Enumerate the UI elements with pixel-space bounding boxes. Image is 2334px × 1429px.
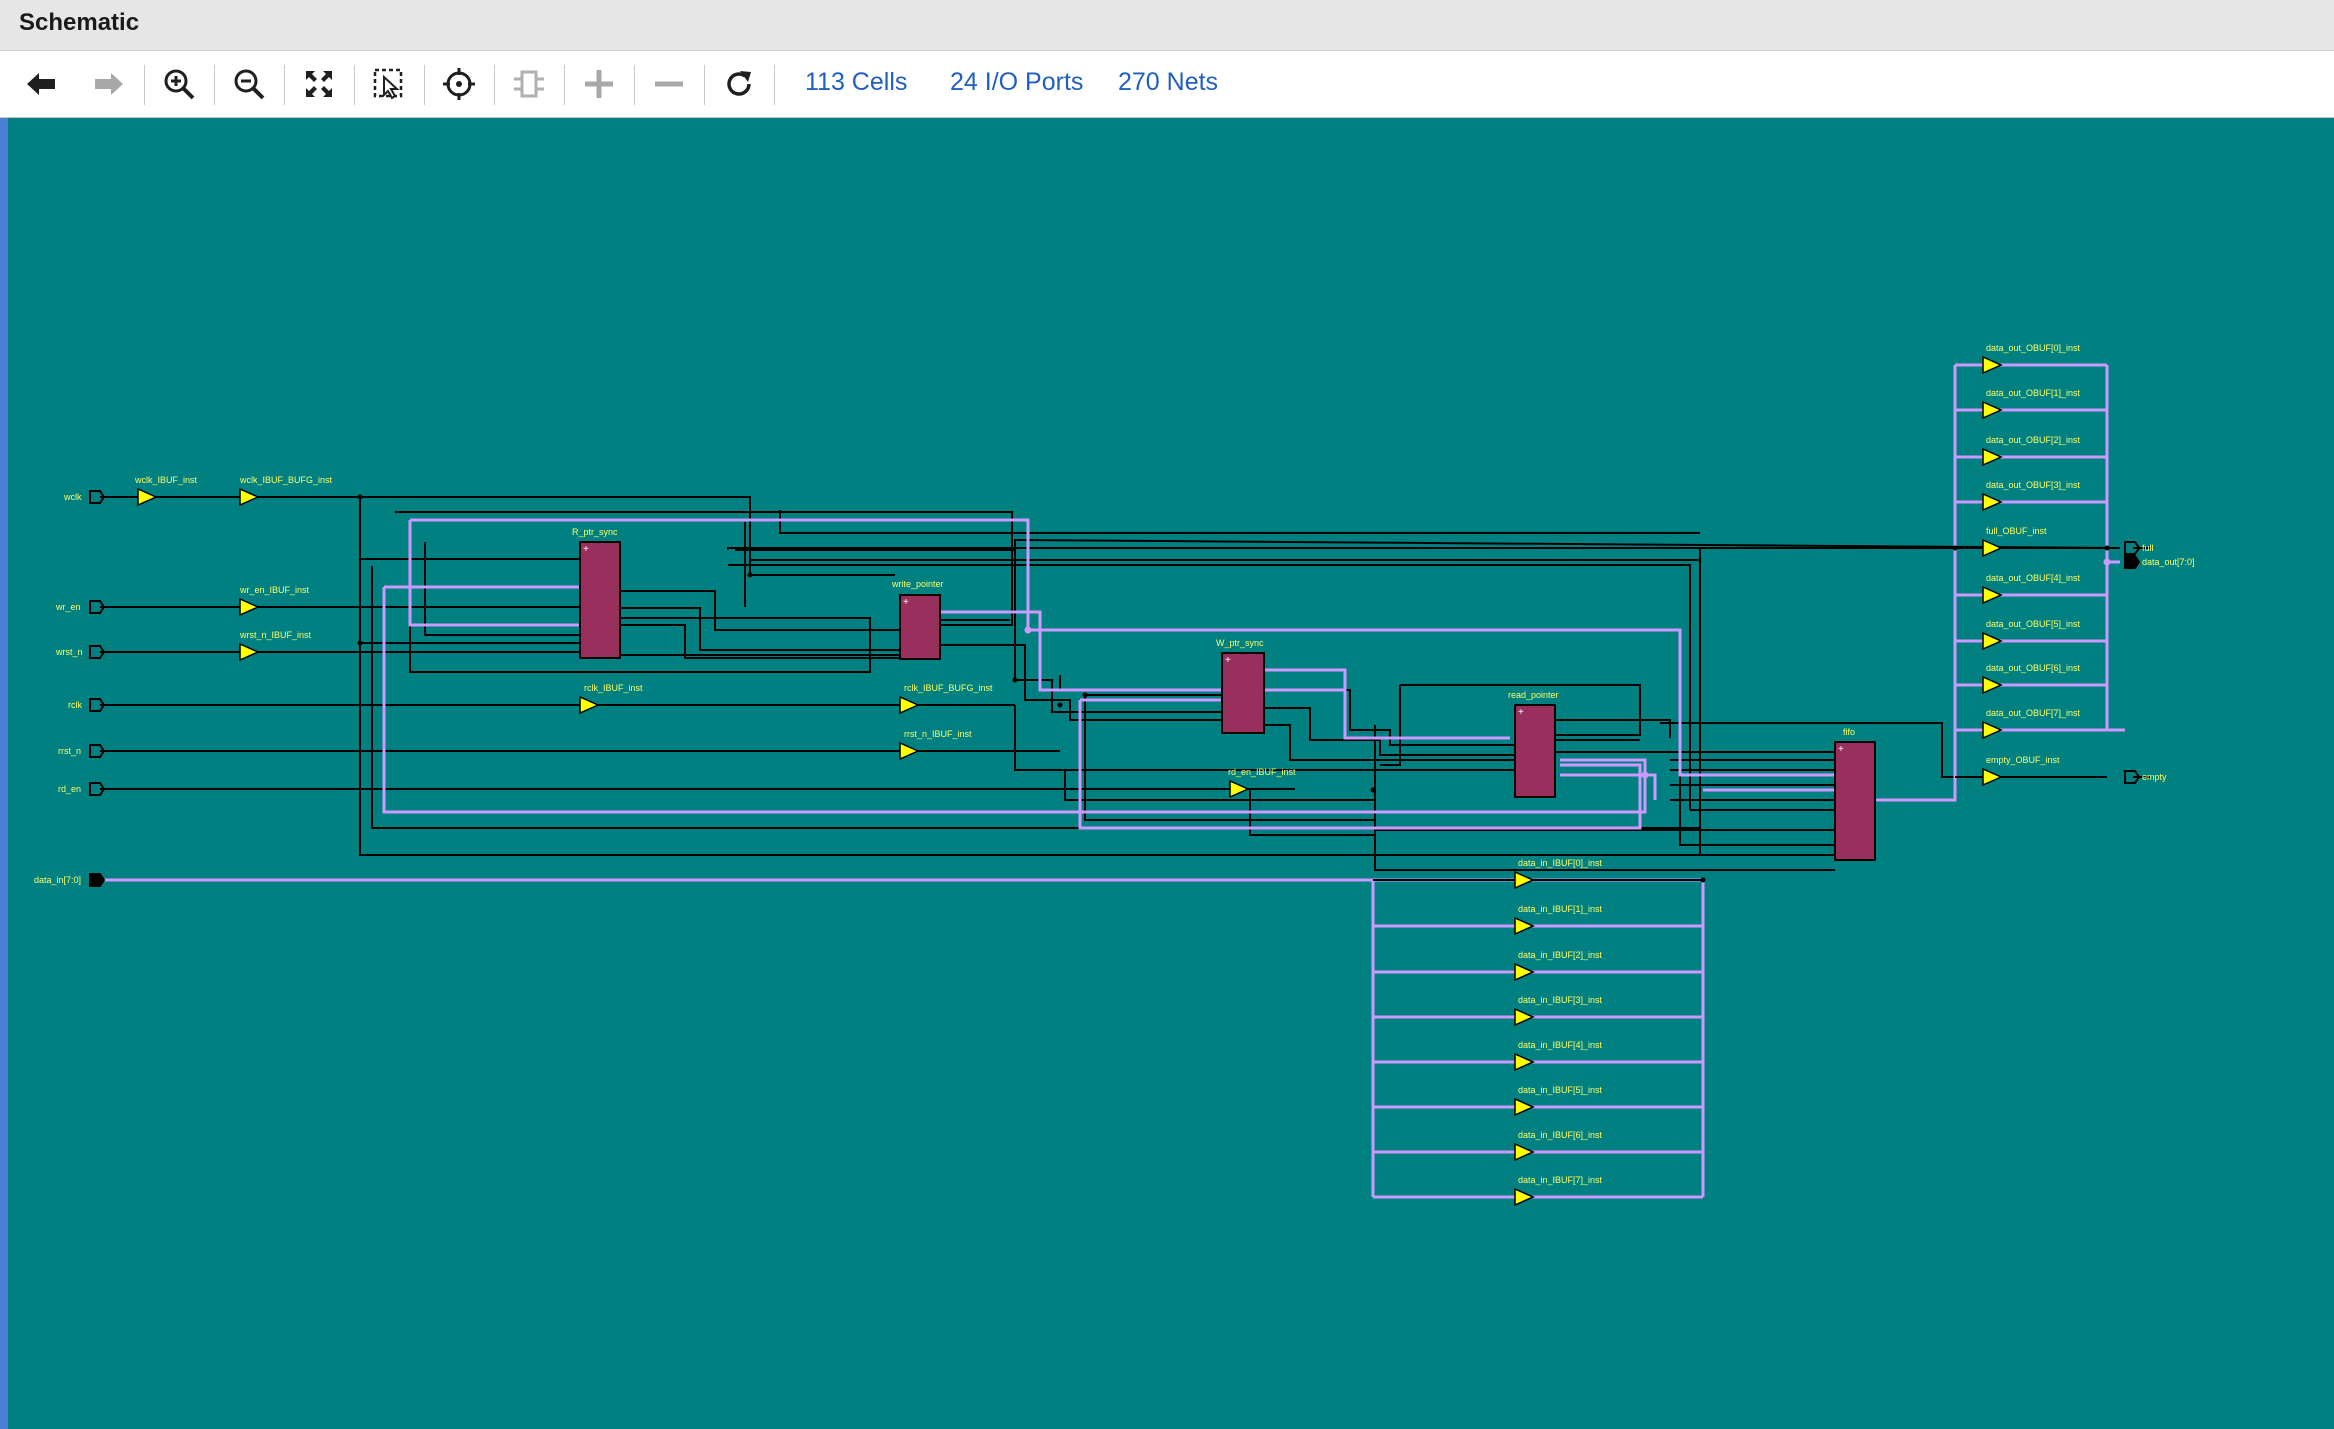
buffer-label: data_in_IBUF[6]_inst <box>1518 1130 1603 1140</box>
buffer-label: empty_OBUF_inst <box>1986 755 2060 765</box>
cell-label: read_pointer <box>1508 690 1559 700</box>
cell-label: fifo <box>1843 727 1855 737</box>
window-title: Schematic <box>19 9 140 36</box>
toolbar-separator <box>284 65 285 105</box>
port-label: wrst_n <box>55 647 83 657</box>
collapse-button[interactable] <box>648 63 690 105</box>
cell-label: W_ptr_sync <box>1216 638 1264 648</box>
cell-label: R_ptr_sync <box>572 527 618 537</box>
cell-r-ptr-sync[interactable] <box>579 541 621 659</box>
toolbar-separator <box>354 65 355 105</box>
regenerate-button[interactable] <box>508 63 550 105</box>
zoom-in-button[interactable] <box>158 63 200 105</box>
port-label: rd_en <box>58 784 81 794</box>
toolbar-separator <box>424 65 425 105</box>
buffer-label: rclk_IBUF_BUFG_inst <box>904 683 993 693</box>
cell-read-pointer[interactable] <box>1514 704 1556 798</box>
buffer-label: data_out_OBUF[5]_inst <box>1986 619 2081 629</box>
minus-icon <box>655 81 683 87</box>
cell-label: write_pointer <box>891 579 944 589</box>
buffer-label: wclk_IBUF_BUFG_inst <box>239 475 333 485</box>
buffer-label: data_in_IBUF[5]_inst <box>1518 1085 1603 1095</box>
buffer-label: data_in_IBUF[2]_inst <box>1518 950 1603 960</box>
forward-button[interactable] <box>88 63 130 105</box>
cells-count-link[interactable]: 113 Cells <box>805 68 907 97</box>
svg-text:+: + <box>1838 744 1844 755</box>
buffer-label: data_in_IBUF[7]_inst <box>1518 1175 1603 1185</box>
buffer-label: data_out_OBUF[1]_inst <box>1986 388 2081 398</box>
port-label: rrst_n <box>58 746 81 756</box>
svg-text:+: + <box>1225 655 1231 666</box>
port-data-in <box>89 873 106 887</box>
zoom-out-button[interactable] <box>228 63 270 105</box>
port-data-out <box>2124 555 2141 569</box>
plus-icon <box>585 70 613 98</box>
title-bar: Schematic <box>0 0 2334 51</box>
svg-text:+: + <box>903 597 909 608</box>
buffer-label: data_out_OBUF[0]_inst <box>1986 343 2081 353</box>
buffer-label: data_out_OBUF[3]_inst <box>1986 480 2081 490</box>
port-label: empty <box>2142 772 2167 782</box>
buffer-label: data_out_OBUF[6]_inst <box>1986 663 2081 673</box>
toolbar-separator <box>564 65 565 105</box>
buffer-label: data_in_IBUF[0]_inst <box>1518 858 1603 868</box>
toolbar: 113 Cells 24 I/O Ports 270 Nets <box>0 51 2334 118</box>
buffer-label: data_out_OBUF[7]_inst <box>1986 708 2081 718</box>
expand-button[interactable] <box>578 63 620 105</box>
port-label: wclk <box>63 492 82 502</box>
svg-text:+: + <box>1518 707 1524 718</box>
zoom-out-icon <box>234 69 265 100</box>
zoom-area-button[interactable] <box>368 63 410 105</box>
cell-icon <box>514 70 544 98</box>
buffer-label: rd_en_IBUF_inst <box>1228 767 1296 777</box>
buffer-label: data_in_IBUF[3]_inst <box>1518 995 1603 1005</box>
arrow-left-icon <box>27 73 55 95</box>
toolbar-separator <box>494 65 495 105</box>
buffer-label: data_in_IBUF[4]_inst <box>1518 1040 1603 1050</box>
fit-screen-icon <box>306 71 332 97</box>
zoom-fit-button[interactable] <box>298 63 340 105</box>
buffer-label: rrst_n_IBUF_inst <box>904 729 972 739</box>
buffer-label: data_out_OBUF[4]_inst <box>1986 573 2081 583</box>
port-label: wr_en <box>55 602 81 612</box>
buffer-label: wr_en_IBUF_inst <box>239 585 310 595</box>
buffer-label: data_out_OBUF[2]_inst <box>1986 435 2081 445</box>
toolbar-separator <box>634 65 635 105</box>
port-label: data_out[7:0] <box>2142 557 2195 567</box>
buffer-label: rclk_IBUF_inst <box>584 683 643 693</box>
buffer-label: wclk_IBUF_inst <box>134 475 198 485</box>
buffer-label: data_in_IBUF[1]_inst <box>1518 904 1603 914</box>
crosshair-icon <box>443 68 475 100</box>
arrow-right-icon <box>95 73 123 95</box>
buffer-label: wrst_n_IBUF_inst <box>239 630 312 640</box>
toolbar-separator <box>214 65 215 105</box>
nets-count-link[interactable]: 270 Nets <box>1118 68 1218 97</box>
cell-fifo[interactable] <box>1834 741 1876 861</box>
autofit-selection-button[interactable] <box>438 63 480 105</box>
schematic-diagram[interactable]: + + + + + wclk wr_en wrst_n rclk rrst_n … <box>0 118 2334 1429</box>
toolbar-separator <box>704 65 705 105</box>
refresh-button[interactable] <box>718 63 760 105</box>
port-label: data_in[7:0] <box>34 875 81 885</box>
zoom-area-icon <box>373 68 403 100</box>
buffer-label: full_OBUF_inst <box>1986 526 2047 536</box>
zoom-in-icon <box>164 69 195 100</box>
svg-text:+: + <box>583 544 589 555</box>
io-ports-count-link[interactable]: 24 I/O Ports <box>950 68 1083 97</box>
port-label: full <box>2142 543 2154 553</box>
back-button[interactable] <box>20 63 62 105</box>
toolbar-separator <box>144 65 145 105</box>
port-label: rclk <box>68 700 82 710</box>
refresh-icon <box>727 71 751 96</box>
schematic-canvas[interactable]: + + + + + wclk wr_en wrst_n rclk rrst_n … <box>0 118 2334 1429</box>
toolbar-separator <box>774 65 775 105</box>
